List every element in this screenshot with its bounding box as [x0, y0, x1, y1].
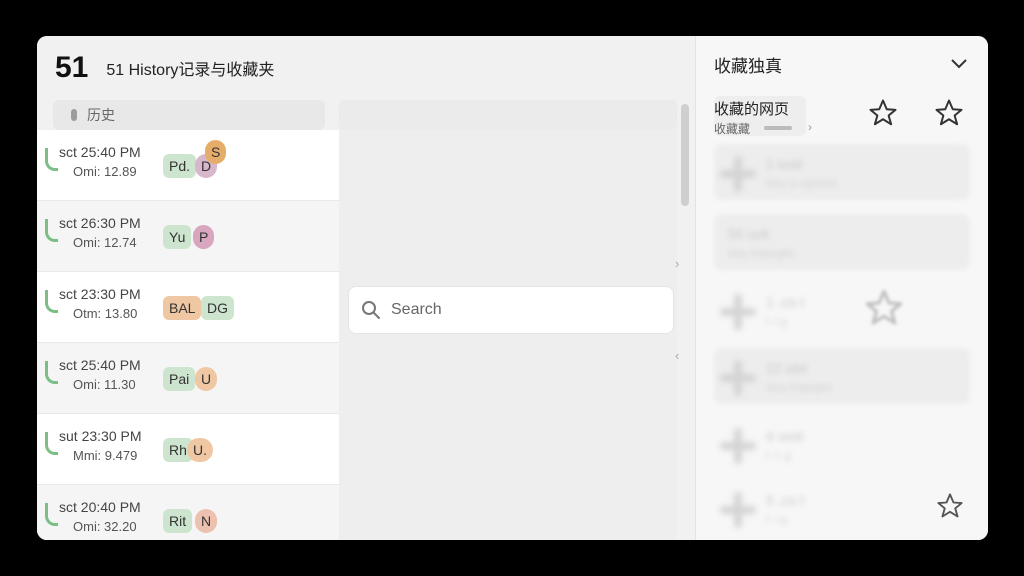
app-title: 51 History记录与收藏夹 — [106, 62, 275, 79]
row-meta: Omi: 12.74 — [73, 235, 137, 250]
row-tag[interactable]: Pai — [163, 367, 196, 391]
row-time: sct 23:30 PM — [59, 286, 141, 302]
card-subtitle: l- l- g — [766, 450, 791, 462]
card-title: 1 ,co t — [766, 294, 805, 310]
link-icon — [45, 290, 58, 313]
card-title: 55 uvit — [728, 226, 770, 242]
favorite-item-subtitle: 收藏藏 — [714, 122, 751, 136]
row-meta: Mmi: 9.479 — [73, 448, 138, 463]
link-icon — [45, 361, 58, 384]
card-subtitle: lstry hrtpegtel — [766, 382, 833, 394]
row-tag[interactable]: S — [205, 140, 227, 164]
card-subtitle: l- i g — [766, 514, 787, 526]
search-placeholder: Search — [391, 301, 442, 318]
favorite-item-title: 收藏的网页 — [714, 101, 790, 118]
row-tag[interactable]: U — [195, 367, 218, 391]
row-meta: Omi: 32.20 — [73, 519, 137, 534]
plus-icon — [720, 492, 756, 528]
star-icon[interactable] — [934, 98, 964, 128]
history-row[interactable]: sct 26:30 PM Omi: 12.74 Yu P — [37, 201, 339, 272]
card-subtitle: lstry iv wyhhHt — [766, 178, 837, 190]
row-meta: Otm: 13.80 — [73, 306, 138, 321]
row-tag[interactable]: Yu — [163, 225, 192, 249]
link-icon — [45, 503, 58, 526]
link-icon — [45, 432, 58, 455]
chevron-down-icon[interactable] — [948, 54, 970, 74]
star-icon[interactable] — [868, 98, 898, 128]
chevron-right-icon[interactable]: › — [675, 256, 679, 271]
history-pane: 51 51 History记录与收藏夹 历史 sct 25:40 PM Omi:… — [37, 36, 695, 540]
row-tag[interactable]: DG — [201, 296, 234, 320]
row-tag[interactable]: P — [193, 225, 215, 249]
history-header-label: 历史 — [87, 107, 115, 123]
link-icon — [45, 148, 58, 171]
card-title: 22 uivt — [766, 360, 808, 376]
favorite-card[interactable]: 4 uvst l- l- g — [714, 416, 970, 472]
favorite-card[interactable]: 22 uivt lstry hrtpegtel — [714, 348, 970, 404]
chevron-left-icon[interactable]: ‹ — [675, 348, 679, 363]
plus-icon — [720, 360, 756, 396]
history-row[interactable]: sct 25:40 PM Omi: 12.89 Pd. D S — [37, 130, 339, 201]
row-time: sct 25:40 PM — [59, 357, 141, 373]
detail-header — [339, 100, 677, 130]
plus-icon — [720, 428, 756, 464]
history-row[interactable]: sut 23:30 PM Mmi: 9.479 Rh U. — [37, 414, 339, 485]
app-window: 51 51 History记录与收藏夹 历史 sct 25:40 PM Omi:… — [37, 36, 988, 540]
favorite-card[interactable]: 1 ,co t l- i g — [714, 282, 970, 338]
favorite-item-bar — [764, 126, 792, 130]
history-row[interactable]: sct 23:30 PM Otm: 13.80 BAL DG — [37, 272, 339, 343]
search-icon — [362, 301, 380, 319]
plus-icon — [720, 294, 756, 330]
row-meta: Omi: 11.30 — [73, 377, 136, 392]
card-title: 4 uvst — [766, 428, 804, 444]
row-tag[interactable]: N — [195, 509, 218, 533]
card-title: 1 iosit — [766, 156, 803, 172]
history-list: sct 25:40 PM Omi: 12.89 Pd. D S sct 26:3… — [37, 130, 339, 540]
chevron-right-icon: › — [808, 120, 812, 134]
favorites-title: 收藏独真 — [714, 57, 782, 76]
row-tag[interactable]: Rit — [163, 509, 193, 533]
title-bar: 51 51 History记录与收藏夹 — [37, 36, 695, 100]
star-icon[interactable] — [864, 288, 904, 328]
card-title: 5 ,co t — [766, 492, 805, 508]
favorites-pane: 收藏独真 收藏的网页 收藏藏 › 1 iosit lstry iv wyhhHt… — [695, 36, 988, 540]
row-time: sct 25:40 PM — [59, 144, 141, 160]
favorite-card[interactable]: 5 ,co t l- i g — [714, 480, 970, 536]
card-subtitle: lstry hrtpegtel — [728, 248, 795, 260]
star-icon[interactable] — [936, 492, 964, 520]
history-list-header[interactable]: 历史 — [53, 100, 325, 130]
history-row[interactable]: sct 20:40 PM Omi: 32.20 Rit N — [37, 485, 339, 540]
link-icon — [45, 219, 58, 242]
search-box[interactable]: Search — [348, 286, 674, 334]
favorite-card[interactable]: 55 uvit lstry hrtpegtel — [714, 214, 970, 270]
row-time: sct 26:30 PM — [59, 215, 141, 231]
count-label: 51 — [55, 51, 89, 84]
row-tag[interactable]: Pd. — [163, 154, 197, 178]
card-subtitle: l- i g — [766, 316, 787, 328]
row-time: sut 23:30 PM — [59, 428, 142, 444]
row-tag[interactable]: U. — [187, 438, 213, 462]
favorite-card[interactable]: 1 iosit lstry iv wyhhHt — [714, 144, 970, 200]
row-meta: Omi: 12.89 — [73, 164, 137, 179]
row-time: sct 20:40 PM — [59, 499, 141, 515]
history-row[interactable]: sct 25:40 PM Omi: 11.30 Pai U — [37, 343, 339, 414]
handle-icon — [71, 109, 77, 121]
row-tag[interactable]: BAL — [163, 296, 202, 320]
plus-icon — [720, 156, 756, 192]
scrollbar-thumb[interactable] — [681, 104, 689, 206]
